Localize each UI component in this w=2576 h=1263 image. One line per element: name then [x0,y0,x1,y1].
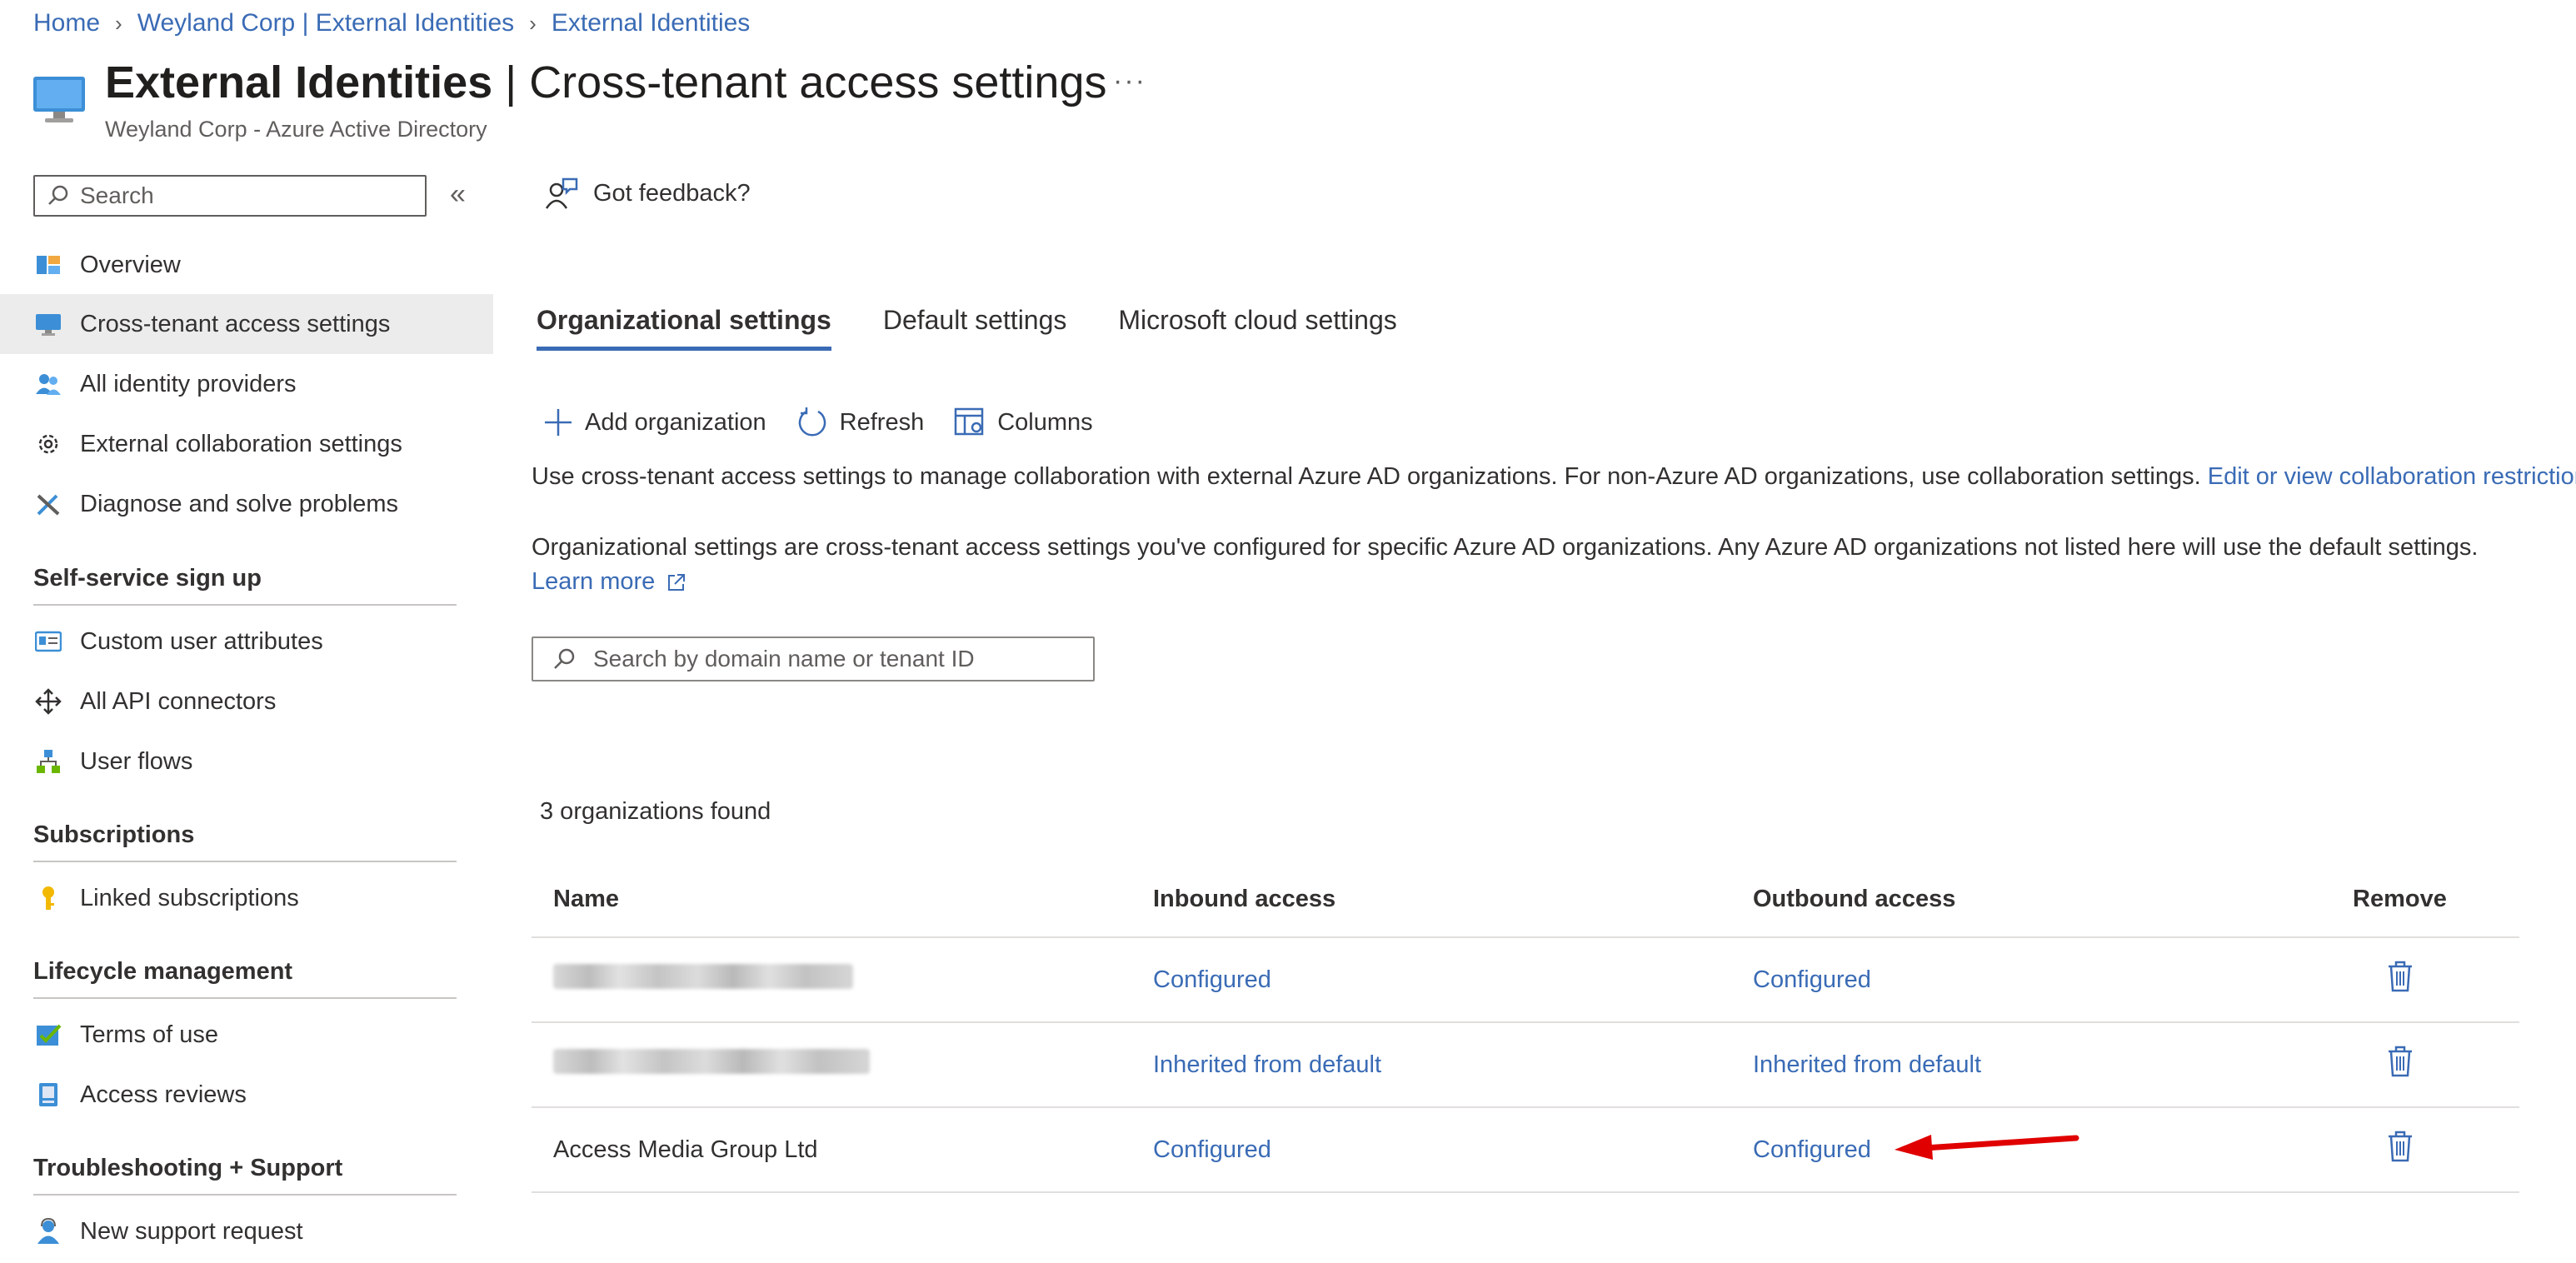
learn-more-link[interactable]: Learn more [532,568,686,596]
chevron-right-icon: › [529,10,537,36]
table-header: Name Inbound access Outbound access Remo… [532,861,2519,938]
inbound-access-link[interactable]: Inherited from default [1153,1051,1381,1078]
columns-button[interactable]: Columns [954,407,1093,437]
access-reviews-icon [33,1080,63,1110]
page-subtitle: Weyland Corp - Azure Active Directory [105,117,487,142]
search-icon [48,185,68,205]
org-name-redacted [532,964,1131,996]
sidebar-item-all-api-connectors[interactable]: All API connectors [0,671,493,731]
user-flows-icon [33,746,63,776]
sidebar-section-self-service-sign-up: Self-service sign up [33,565,457,606]
tab-default-settings[interactable]: Default settings [883,302,1067,351]
connector-icon [33,686,63,716]
sidebar-section-subscriptions: Subscriptions [33,821,457,862]
sidebar-section-troubleshooting-support: Troubleshooting + Support [33,1155,457,1196]
tab-organizational-settings[interactable]: Organizational settings [537,302,831,351]
checklist-icon [33,1020,63,1050]
column-header-inbound-access[interactable]: Inbound access [1131,886,1731,913]
trash-icon[interactable] [2386,960,2414,993]
table-row: Access Media Group Ltd Configured Config… [532,1108,2519,1193]
breadcrumb-weyland-external-identities[interactable]: Weyland Corp | External Identities [137,9,514,37]
search-icon [554,648,575,669]
refresh-icon [798,407,826,437]
sidebar-section-lifecycle-management: Lifecycle management [33,958,457,999]
more-options-icon[interactable]: ··· [1113,65,1146,97]
inbound-access-link[interactable]: Configured [1153,1136,1271,1163]
org-name-redacted [532,1049,1131,1081]
tab-bar: Organizational settings Default settings… [537,302,1449,351]
breadcrumb-home[interactable]: Home [33,9,100,37]
sidebar-item-custom-user-attributes[interactable]: Custom user attributes [0,612,493,671]
support-icon [33,1216,63,1246]
monitor-icon [33,77,85,122]
plus-icon [545,409,572,436]
outbound-access-link[interactable]: Inherited from default [1753,1051,1981,1078]
sidebar-search[interactable] [33,175,427,217]
attributes-icon [33,627,63,656]
trash-icon[interactable] [2386,1045,2414,1078]
organizational-settings-description: Organizational settings are cross-tenant… [532,534,2479,561]
columns-icon [954,407,984,436]
sidebar-item-cross-tenant-access-settings[interactable]: Cross-tenant access settings [0,294,493,354]
sidebar-item-access-reviews[interactable]: Access reviews [0,1065,493,1125]
sidebar-item-diagnose-and-solve-problems[interactable]: Diagnose and solve problems [0,474,493,534]
monitor-icon [33,309,63,339]
command-bar: Add organization Refresh Columns [543,407,1123,438]
sidebar-item-linked-subscriptions[interactable]: Linked subscriptions [0,868,493,928]
refresh-button[interactable]: Refresh [796,407,924,438]
feedback-button[interactable]: Got feedback? [545,177,751,210]
sidebar-item-external-collaboration-settings[interactable]: External collaboration settings [0,414,493,474]
column-header-outbound-access[interactable]: Outbound access [1731,886,2331,913]
org-name: Access Media Group Ltd [553,1136,818,1163]
sidebar-item-new-support-request[interactable]: New support request [0,1201,493,1261]
organization-search[interactable] [532,636,1095,681]
sidebar-item-overview[interactable]: Overview [0,235,493,295]
table-row: Configured Configured [532,938,2519,1023]
add-organization-button[interactable]: Add organization [543,407,766,437]
sidebar-search-input[interactable] [78,182,398,210]
key-icon [33,883,63,913]
feedback-icon [545,177,578,209]
outbound-access-link[interactable]: Configured [1753,1136,1871,1163]
gear-icon [33,429,63,459]
column-header-remove: Remove [2353,885,2447,912]
page-title: External Identities | Cross-tenant acces… [105,57,1107,107]
description-text: Use cross-tenant access settings to mana… [532,463,2576,491]
external-link-icon [668,573,686,591]
tab-microsoft-cloud-settings[interactable]: Microsoft cloud settings [1118,302,1396,351]
collapse-sidebar-button[interactable]: « [450,178,466,211]
column-header-name[interactable]: Name [532,886,1131,913]
overview-icon [33,250,63,280]
organizations-count: 3 organizations found [540,798,771,825]
outbound-access-link[interactable]: Configured [1753,966,1871,993]
inbound-access-link[interactable]: Configured [1153,966,1271,993]
sidebar-item-terms-of-use[interactable]: Terms of use [0,1005,493,1065]
sidebar-item-all-identity-providers[interactable]: All identity providers [0,354,493,414]
edit-collaboration-restrictions-link[interactable]: Edit or view collaboration restrictions [2208,463,2576,490]
red-arrow-annotation [1895,1135,2079,1160]
sidebar-item-user-flows[interactable]: User flows [0,731,493,791]
organization-search-input[interactable] [592,645,1078,673]
breadcrumb: Home › Weyland Corp | External Identitie… [33,7,750,40]
trash-icon[interactable] [2386,1130,2414,1163]
breadcrumb-external-identities[interactable]: External Identities [552,9,750,37]
organizations-table: Name Inbound access Outbound access Remo… [532,861,2519,1193]
wrench-icon [33,489,63,519]
table-row: Inherited from default Inherited from de… [532,1023,2519,1108]
chevron-right-icon: › [115,10,122,36]
users-icon [33,369,63,399]
